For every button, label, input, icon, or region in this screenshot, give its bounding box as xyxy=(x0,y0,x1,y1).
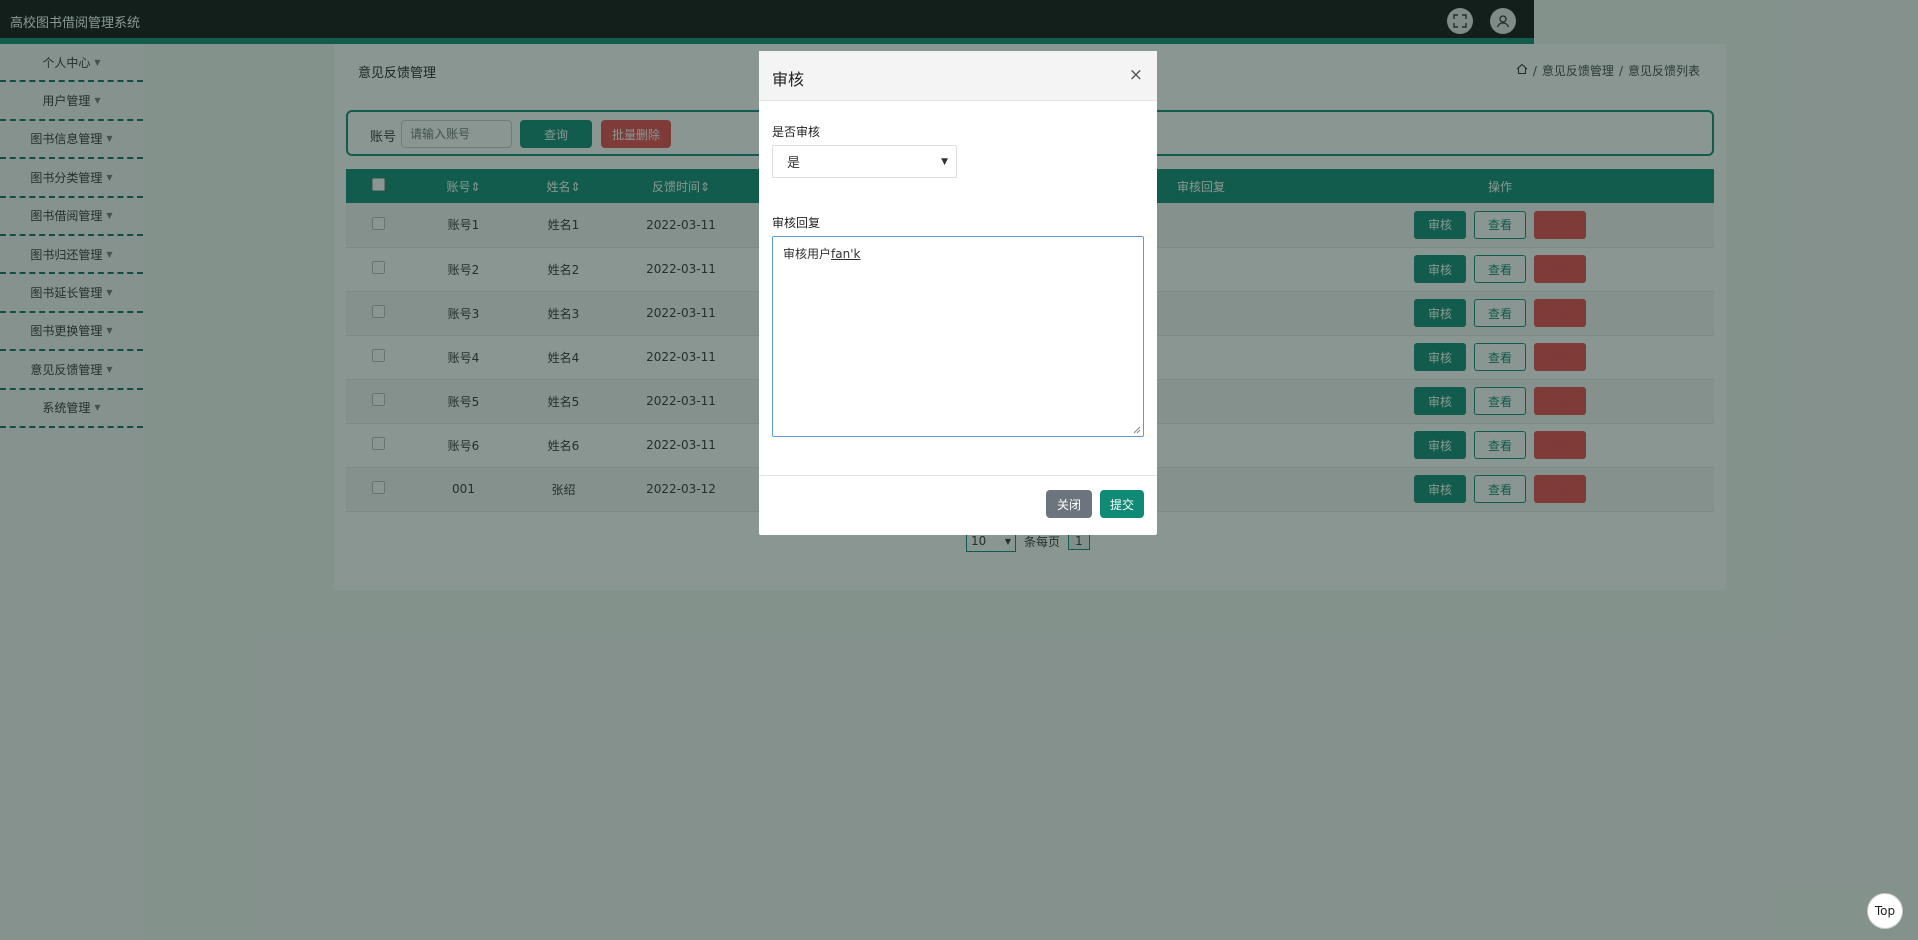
resize-handle-icon[interactable] xyxy=(1133,426,1141,434)
audit-status-label: 是否审核 xyxy=(772,125,821,139)
submit-button[interactable]: 提交 xyxy=(1100,490,1144,518)
modal-header: 审核 × xyxy=(759,51,1157,101)
close-icon[interactable]: × xyxy=(1129,65,1143,85)
audit-status-select[interactable]: 是 ▼ xyxy=(772,145,957,178)
chevron-down-icon: ▼ xyxy=(941,156,948,167)
audit-reply-label: 审核回复 xyxy=(772,216,821,230)
audit-modal: 审核 × 是否审核 是 ▼ 审核回复 审核用户fan'k 关闭 提交 xyxy=(759,51,1157,535)
close-button[interactable]: 关闭 xyxy=(1046,490,1092,518)
modal-title: 审核 xyxy=(772,70,805,89)
back-to-top-button[interactable]: Top xyxy=(1867,893,1903,929)
audit-reply-textarea[interactable]: 审核用户fan'k xyxy=(772,236,1144,437)
modal-footer: 关闭 提交 xyxy=(759,475,1157,535)
